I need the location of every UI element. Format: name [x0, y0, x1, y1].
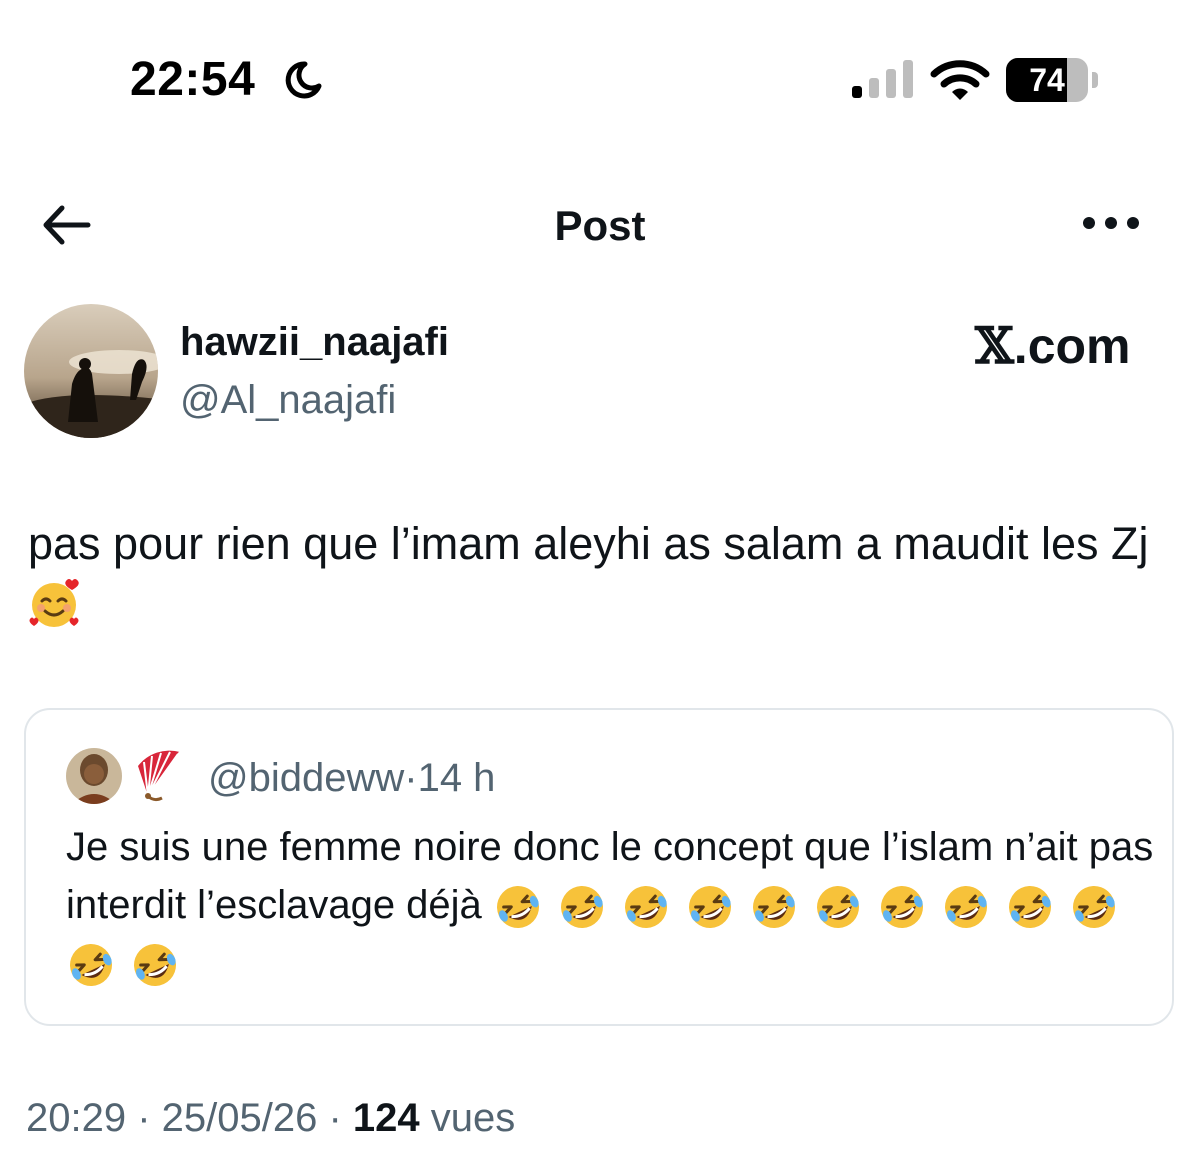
post-time: 20:29: [26, 1096, 127, 1140]
rolling-on-the-floor-laughing-icon: [70, 944, 112, 987]
rolling-on-the-floor-laughing-icon: [880, 886, 923, 929]
author-handle[interactable]: @Al_naajafi: [180, 378, 396, 423]
battery-percent: 74: [1029, 62, 1065, 98]
x-com-watermark: 𝕏.com: [975, 316, 1131, 375]
rolling-on-the-floor-laughing-icon: [1008, 886, 1051, 929]
quoted-author-handle[interactable]: @biddeww·14 h: [208, 756, 495, 801]
author-display-name[interactable]: hawzii_naajafi: [180, 320, 449, 365]
smiling-face-with-hearts-icon: [29, 579, 79, 628]
rolling-on-the-floor-laughing-icon: [688, 886, 731, 929]
views-label: vues: [419, 1096, 516, 1140]
quoted-handle-text: @biddeww: [208, 756, 405, 800]
rolling-on-the-floor-laughing-icon: [496, 886, 539, 929]
battery-indicator: 74: [1006, 58, 1098, 102]
cellular-signal-icon: [852, 60, 913, 98]
quoted-separator: ·: [404, 756, 418, 800]
quoted-tweet-text: Je suis une femme noire donc le concept …: [66, 818, 1156, 992]
moon-icon: [285, 61, 322, 99]
rolling-on-the-floor-laughing-icon: [944, 886, 987, 929]
battery-cap: [1092, 72, 1098, 88]
rolling-on-the-floor-laughing-icon: [624, 886, 667, 929]
rolling-on-the-floor-laughing-icon: [816, 886, 859, 929]
status-bar: 22:54 74: [0, 0, 1200, 160]
quoted-time-ago: 14 h: [417, 756, 496, 800]
watermark-domain: .com: [1013, 318, 1131, 374]
rolling-on-the-floor-laughing-icon: [560, 886, 603, 929]
post-date: 25/05/26: [161, 1096, 318, 1140]
rolling-on-the-floor-laughing-icon: [134, 944, 176, 987]
quoted-author-avatar[interactable]: [66, 748, 122, 804]
quoted-tweet-card[interactable]: @biddeww·14 h Je suis une femme noire do…: [24, 708, 1174, 1026]
page-title: Post: [554, 202, 646, 249]
x-logo: 𝕏: [975, 316, 1014, 375]
author-avatar[interactable]: [24, 304, 158, 438]
battery-body: 74: [1006, 58, 1088, 102]
top-nav-bar: Post: [0, 180, 1200, 270]
status-time: 22:54: [130, 53, 256, 106]
views-count[interactable]: 124: [353, 1096, 420, 1140]
tweet-text-body: pas pour rien que l’imam aleyhi as salam…: [28, 518, 1149, 569]
folding-fan-icon: [138, 750, 181, 802]
tweet-text: pas pour rien que l’imam aleyhi as salam…: [28, 516, 1178, 631]
more-options-icon[interactable]: [1080, 208, 1142, 238]
rolling-on-the-floor-laughing-icon: [752, 886, 795, 929]
meta-separator: ·: [317, 1096, 353, 1140]
rolling-on-the-floor-laughing-icon: [1072, 886, 1115, 929]
tweet-meta: 20:29 · 25/05/26 · 124 vues: [26, 1096, 515, 1141]
meta-separator: ·: [126, 1096, 162, 1140]
wifi-icon: [930, 60, 990, 100]
